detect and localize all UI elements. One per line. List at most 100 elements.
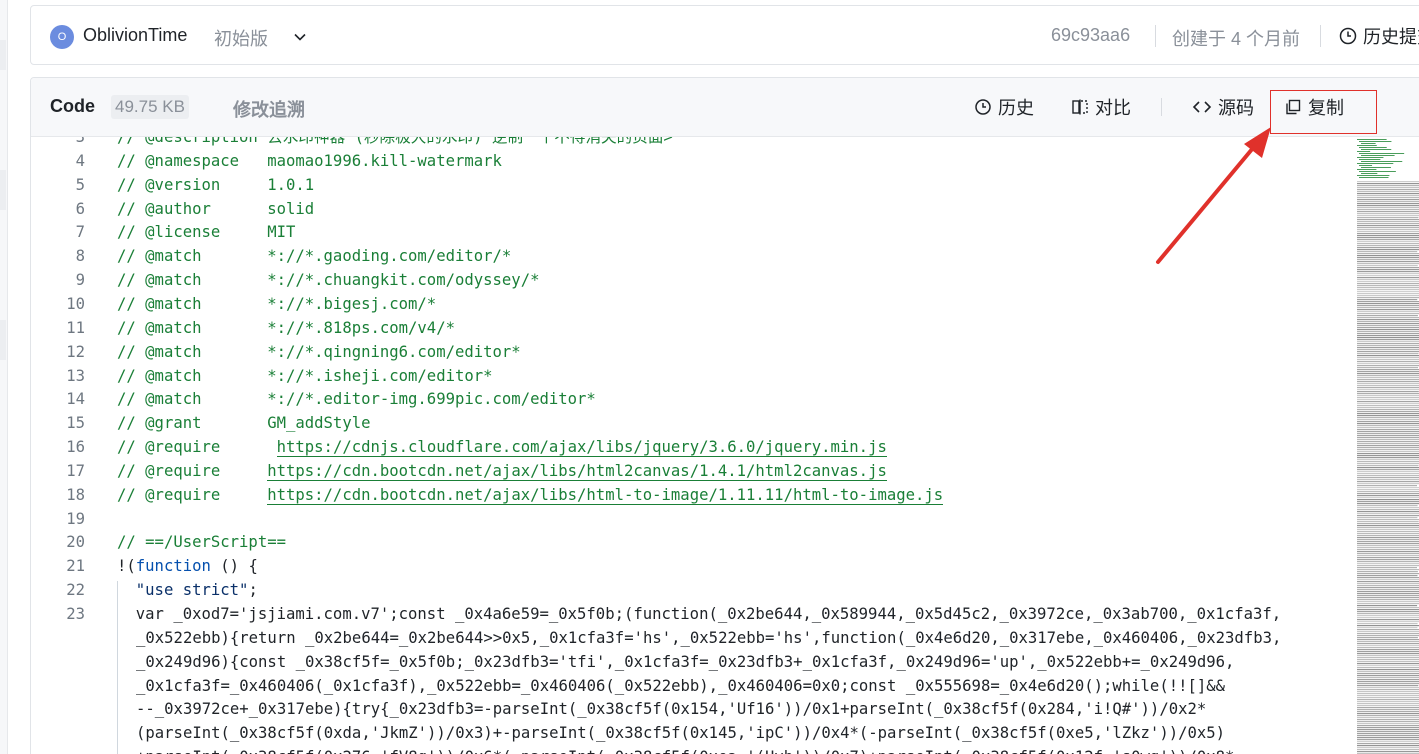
line-content: // @license MIT (117, 223, 296, 242)
line-number[interactable]: 20 (31, 530, 85, 554)
code-wrapped-line: --_0x3972ce+_0x317ebe){try{_0x23dfb3=-pa… (136, 700, 1207, 719)
line-content: !(function () { (117, 557, 258, 576)
compare-button[interactable]: 对比 (1071, 94, 1131, 120)
line-content: "use strict"; (117, 581, 258, 600)
code-minimap[interactable] (1329, 137, 1419, 754)
code-line: 9 // @match *://*.chuangkit.com/odyssey/* (31, 268, 1321, 292)
code-line: 17 // @require https://cdn.bootcdn.net/aj… (31, 459, 1321, 483)
line-number[interactable]: 5 (31, 173, 85, 197)
code-wrapped-line: _0x522ebb){return _0x2be644=_0x2be644>>0… (136, 628, 1282, 647)
source-button[interactable]: 源码 (1192, 94, 1254, 120)
divider (1155, 25, 1156, 47)
version-selector[interactable]: 初始版 (214, 25, 268, 51)
require-url-link[interactable]: https://cdnjs.cloudflare.com/ajax/libs/j… (276, 438, 887, 458)
clock-icon (1339, 27, 1357, 45)
code-line: 19 (31, 507, 1321, 531)
line-number[interactable]: 6 (31, 197, 85, 221)
line-content: // @require https://cdnjs.cloudflare.com… (117, 438, 887, 458)
code-line: 7 // @license MIT (31, 220, 1321, 244)
code-viewer[interactable]: 3 // @description 去水印神器 (秒除极大的水印) 逆制一个不得消… (31, 137, 1321, 754)
line-content: // @match *://*.818ps.com/v4/* (117, 318, 455, 337)
line-number[interactable]: 12 (31, 340, 85, 364)
history-label: 历史 (998, 98, 1034, 118)
code-line: 21 !(function () { (31, 554, 1321, 578)
code-wrapped-line: _0x1cfa3f=_0x460406(_0x1cfa3f),_0x522ebb… (136, 676, 1226, 695)
line-number[interactable]: 23 (31, 602, 85, 626)
code-wrapped-line: _0x249d96){const _0x38cf5f=_0x5f0b;_0x23… (136, 652, 1235, 671)
require-url-link[interactable]: https://cdn.bootcdn.net/ajax/libs/html2c… (267, 461, 887, 481)
history-commits-label: 历史提交 (1363, 27, 1419, 47)
code-line: 10 // @match *://*.bigesj.com/* (31, 292, 1321, 316)
code-line: 15 // @grant GM_addStyle (31, 411, 1321, 435)
left-panel-edge (0, 0, 8, 754)
created-time: 创建于 4 个月前 (1172, 29, 1301, 49)
line-number[interactable]: 14 (31, 387, 85, 411)
code-icon (1192, 101, 1212, 113)
history-commits-button[interactable]: 历史提交 (1339, 23, 1419, 49)
line-number[interactable]: 19 (31, 507, 85, 531)
line-content: // @match *://*.chuangkit.com/odyssey/* (117, 271, 540, 290)
code-line: 6 // @author solid (31, 197, 1321, 221)
line-content: // @grant GM_addStyle (117, 414, 371, 433)
code-line: 12 // @match *://*.qingning6.com/editor* (31, 340, 1321, 364)
line-content: var _0xod7='jsjiami.com.v7';const _0x4a6… (117, 605, 1282, 623)
compare-label: 对比 (1095, 98, 1131, 118)
repo-name-link[interactable]: OblivionTime (83, 25, 187, 46)
repo-header: O OblivionTime 初始版 69c93aa6 创建于 4 个月前 历史… (30, 5, 1419, 65)
line-number[interactable]: 18 (31, 483, 85, 507)
code-line: 23 var _0xod7='jsjiami.com.v7';const _0x… (31, 602, 1321, 626)
line-number[interactable]: 21 (31, 554, 85, 578)
copy-highlight-box (1270, 90, 1377, 134)
line-content: // ==/UserScript== (117, 533, 286, 552)
divider (1320, 25, 1321, 47)
line-number[interactable]: 17 (31, 459, 85, 483)
code-line: 13 // @match *://*.isheji.com/editor* (31, 364, 1321, 388)
code-line: 22 "use strict"; (31, 578, 1321, 602)
line-content: // @require https://cdn.bootcdn.net/ajax… (117, 461, 887, 481)
tab-blame[interactable]: 修改追溯 (233, 96, 305, 122)
line-content: // @description 去水印神器 (秒除极大的水印) 逆制一个不得消失… (117, 137, 673, 146)
line-content: // @match *://*.bigesj.com/* (117, 294, 437, 313)
repo-avatar[interactable]: O (50, 25, 74, 49)
line-number[interactable]: 16 (31, 435, 85, 459)
history-button[interactable]: 历史 (974, 94, 1034, 120)
line-number[interactable]: 8 (31, 244, 85, 268)
source-label: 源码 (1218, 98, 1254, 118)
code-wrapped-line: +parseInt(_0x38cf5f(0x276,'fV8g'))/0x6*(… (136, 745, 1234, 754)
code-line: 18 // @require https://cdn.bootcdn.net/aj… (31, 483, 1321, 507)
line-content: // @match *://*.gaoding.com/editor/* (117, 247, 512, 266)
line-number[interactable]: 22 (31, 578, 85, 602)
compare-icon (1072, 99, 1088, 115)
line-number[interactable]: 3 (31, 137, 85, 149)
line-content: // @match *://*.editor-img.699pic.com/ed… (117, 390, 596, 409)
tab-code[interactable]: Code (50, 96, 95, 117)
clock-icon (975, 99, 991, 115)
line-number[interactable]: 9 (31, 268, 85, 292)
file-size-badge: 49.75 KB (111, 95, 189, 119)
line-number[interactable]: 13 (31, 364, 85, 388)
line-content: // @author solid (117, 199, 315, 218)
require-url-link[interactable]: https://cdn.bootcdn.net/ajax/libs/html-t… (267, 485, 944, 505)
code-line: 3 // @description 去水印神器 (秒除极大的水印) 逆制一个不得消… (31, 137, 1321, 149)
line-content: // @version 1.0.1 (117, 175, 315, 194)
line-number[interactable]: 7 (31, 220, 85, 244)
red-arrow-annotation (1156, 127, 1271, 264)
commit-hash[interactable]: 69c93aa6 (1051, 25, 1130, 46)
line-content: // @match *://*.isheji.com/editor* (117, 366, 493, 385)
line-number[interactable]: 10 (31, 292, 85, 316)
code-line: 20 // ==/UserScript== (31, 530, 1321, 554)
line-number[interactable]: 4 (31, 149, 85, 173)
chevron-down-icon[interactable] (293, 30, 307, 44)
line-content: // @match *://*.qingning6.com/editor* (117, 342, 521, 361)
code-line: 8 // @match *://*.gaoding.com/editor/* (31, 244, 1321, 268)
line-number[interactable]: 15 (31, 411, 85, 435)
code-line: 14 // @match *://*.editor-img.699pic.com/… (31, 387, 1321, 411)
divider (1161, 98, 1162, 116)
code-line: 11 // @match *://*.818ps.com/v4/* (31, 316, 1321, 340)
code-line: 4 // @namespace maomao1996.kill-watermark (31, 149, 1321, 173)
code-wrapped-line: (parseInt(_0x38cf5f(0xda,'JkmZ'))/0x3)+-… (136, 724, 1226, 743)
code-line: 16 // @require https://cdnjs.cloudflare.c… (31, 435, 1321, 459)
line-number[interactable]: 11 (31, 316, 85, 340)
line-content: // @namespace maomao1996.kill-watermark (117, 151, 502, 170)
line-content: // @require https://cdn.bootcdn.net/ajax… (117, 485, 944, 505)
